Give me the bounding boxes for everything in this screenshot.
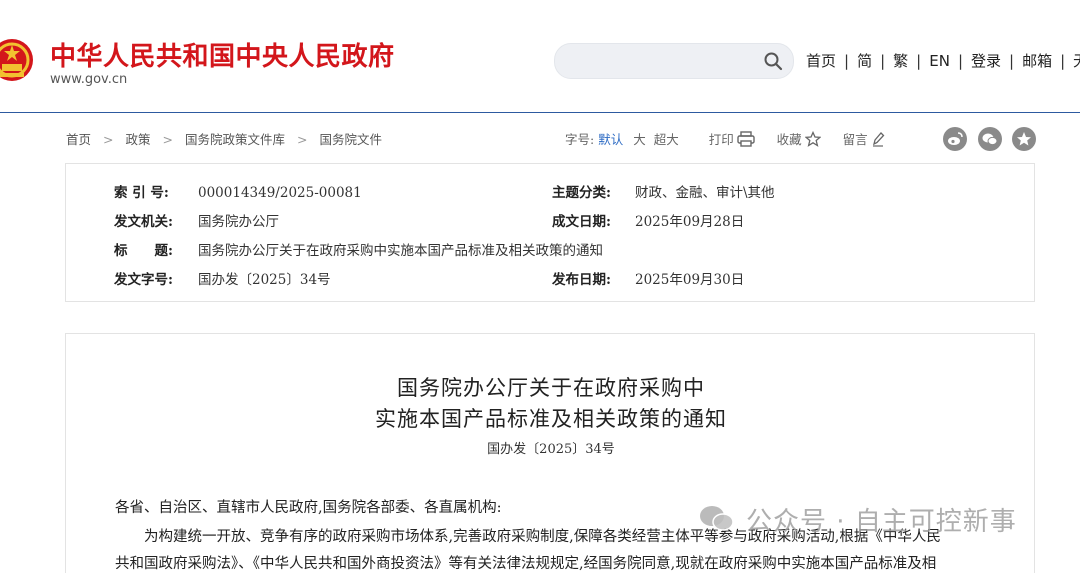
favorite-share-button[interactable] [1012, 127, 1036, 151]
national-emblem-icon[interactable] [0, 37, 34, 83]
font-size-label: 字号: [565, 132, 595, 147]
nav-english[interactable]: EN [929, 52, 950, 70]
site-url[interactable]: www.gov.cn [50, 72, 127, 87]
meta-pub-date-value: 2025年09月30日 [635, 272, 745, 288]
font-size-xlarge[interactable]: 超大 [654, 132, 679, 147]
weibo-share-button[interactable] [943, 127, 967, 151]
article-doc-number: 国办发〔2025〕34号 [487, 442, 615, 457]
favorite-button[interactable]: 收藏 [776, 130, 822, 147]
breadcrumb-policy-library[interactable]: 国务院政策文件库 [185, 132, 285, 147]
meta-pub-date-label: 发布日期: [552, 272, 611, 288]
breadcrumb-state-council-docs[interactable]: 国务院文件 [320, 132, 383, 147]
meta-index: 索 引 号: 000014349/2025-00081 [114, 181, 362, 201]
meta-date-written-value: 2025年09月28日 [635, 214, 745, 230]
star-icon [1017, 132, 1031, 146]
article-title-line2: 实施本国产品标准及相关政策的通知 [375, 407, 727, 431]
article-tools: 字号: 默认 大 超大 打印 收藏 留言 [565, 129, 885, 148]
article-paragraph-line: 共和国政府采购法》、《中华人民共和国外商投资法》等有关法律法规规定,经国务院同意… [115, 556, 937, 572]
breadcrumb-arrow-icon: > [297, 132, 308, 147]
site-title[interactable]: 中华人民共和国中央人民政府 [50, 36, 395, 73]
comment-button[interactable]: 留言 [843, 132, 885, 147]
search-icon[interactable] [763, 51, 783, 71]
meta-title-value: 国务院办公厅关于在政府采购中实施本国产品标准及相关政策的通知 [198, 243, 603, 259]
breadcrumb: 首页 > 政策 > 国务院政策文件库 > 国务院文件 [66, 129, 382, 148]
nav-separator: | [916, 52, 922, 70]
breadcrumb-policy[interactable]: 政策 [126, 132, 151, 147]
printer-icon [737, 131, 755, 147]
meta-topic-label: 主题分类: [552, 185, 611, 201]
meta-topic: 主题分类: 财政、金融、审计\其他 [552, 181, 775, 201]
print-label: 打印 [708, 132, 734, 147]
meta-date-written: 成文日期: 2025年09月28日 [552, 210, 744, 230]
nav-separator: | [844, 52, 850, 70]
top-nav: 首页 | 简 | 繁 | EN | 登录 | 邮箱 | 无 [806, 50, 1080, 71]
meta-issuer-label: 发文机关: [114, 214, 173, 230]
print-button[interactable]: 打印 [708, 131, 755, 147]
meta-title-label: 标 题: [114, 243, 173, 259]
article-title-line1: 国务院办公厅关于在政府采购中 [397, 376, 705, 400]
nav-separator: | [1060, 52, 1066, 70]
favorite-label: 收藏 [776, 132, 802, 147]
font-size-large[interactable]: 大 [633, 132, 646, 147]
document-metadata: 索 引 号: 000014349/2025-00081 主题分类: 财政、金融、审计… [65, 163, 1035, 302]
wechat-watermark-icon [700, 506, 734, 531]
comment-label: 留言 [842, 132, 868, 147]
breadcrumb-arrow-icon: > [103, 132, 114, 147]
nav-login[interactable]: 登录 [971, 52, 1001, 70]
meta-date-written-label: 成文日期: [552, 214, 611, 230]
breadcrumb-home[interactable]: 首页 [66, 132, 91, 147]
weibo-icon [948, 132, 963, 145]
nav-home[interactable]: 首页 [806, 52, 836, 70]
wechat-share-button[interactable] [978, 127, 1002, 151]
breadcrumb-arrow-icon: > [162, 132, 173, 147]
wechat-icon [982, 133, 998, 146]
meta-issuer-value: 国务院办公厅 [198, 214, 279, 230]
nav-simplified[interactable]: 简 [857, 52, 872, 70]
search-box[interactable] [554, 43, 794, 79]
meta-index-label: 索 引 号: [114, 185, 169, 201]
meta-issuer: 发文机关: 国务院办公厅 [114, 210, 279, 230]
star-outline-icon [804, 130, 822, 147]
nav-mailbox[interactable]: 邮箱 [1022, 52, 1052, 70]
nav-traditional[interactable]: 繁 [893, 52, 908, 70]
nav-separator: | [957, 52, 963, 70]
meta-docno: 发文字号: 国办发〔2025〕34号 [114, 268, 331, 288]
meta-docno-label: 发文字号: [114, 272, 173, 288]
meta-docno-value: 国办发〔2025〕34号 [198, 272, 331, 288]
article-salutation: 各省、自治区、直辖市人民政府,国务院各部委、各直属机构: [115, 500, 502, 516]
meta-topic-value: 财政、金融、审计\其他 [635, 185, 775, 201]
nav-separator: | [1009, 52, 1015, 70]
meta-title: 标 题: 国务院办公厅关于在政府采购中实施本国产品标准及相关政策的通知 [114, 239, 603, 259]
pen-icon [872, 132, 885, 147]
meta-index-value: 000014349/2025-00081 [198, 185, 362, 201]
watermark-text: 公众号 · 自主可控新事 [746, 507, 1017, 537]
font-size-default[interactable]: 默认 [598, 132, 623, 147]
meta-pub-date: 发布日期: 2025年09月30日 [552, 268, 744, 288]
search-input[interactable] [569, 51, 753, 73]
nav-accessibility[interactable]: 无 [1073, 52, 1080, 70]
nav-separator: | [880, 52, 886, 70]
site-header: 中华人民共和国中央人民政府 www.gov.cn 首页 | 简 | 繁 | EN | 登录 | 邮箱… [0, 0, 1080, 113]
